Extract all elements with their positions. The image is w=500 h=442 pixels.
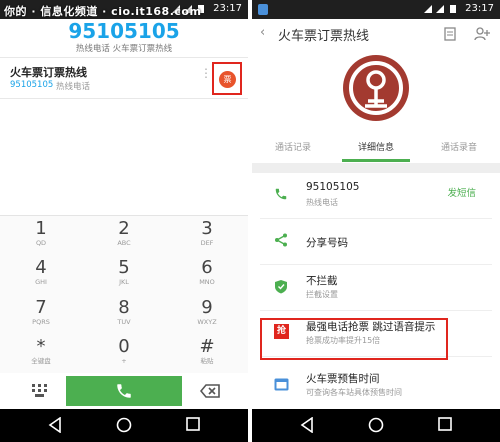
key-5[interactable]: 5 JKL [83, 255, 165, 294]
dialed-number-label: 热线电话 火车票订票热线 [75, 44, 173, 54]
key-letters: 全键盘 [31, 357, 51, 365]
key-6[interactable]: 6 MNO [166, 255, 248, 294]
detail-tabs: 通话记录 详细信息 通话录音 [252, 139, 500, 163]
contact-detail-screen: 23:17 ‹ 火车票订票热线 通话记录 详细信息 通话录音 95105105 … [252, 0, 500, 442]
recents-nav-icon[interactable] [186, 417, 200, 431]
key-letters: DEF [200, 239, 214, 247]
block-setting-row[interactable]: 不拦截 拦截设置 [260, 265, 492, 311]
key-letters: 粘贴 [200, 357, 214, 365]
highlight-box: 票 [212, 62, 242, 95]
status-time: 23:17 [213, 3, 242, 14]
key-digit: 3 [201, 218, 213, 239]
tab-recordings[interactable]: 通话录音 [418, 139, 500, 163]
phone-type: 热线电话 [306, 198, 338, 207]
phone-number: 95105105 [306, 181, 360, 193]
key-digit: # [199, 336, 215, 357]
send-sms-button[interactable]: 发短信 [447, 185, 476, 199]
suggestion-name: 火车票订票热线 [10, 66, 87, 79]
key-4[interactable]: 4 GHI [0, 255, 82, 294]
key-letters: MNO [199, 278, 215, 286]
share-number-row[interactable]: 分享号码 [260, 219, 492, 265]
key-digit: 8 [118, 297, 130, 318]
key-letters: WXYZ [197, 318, 217, 326]
backspace-icon[interactable] [199, 383, 220, 402]
dialpad-toggle-icon[interactable] [32, 383, 48, 402]
dialpad: 1 QD 2 ABC 3 DEF 4 GHI 5 JKL 6 MNO 7 PQRS 8 TUV … [0, 215, 248, 373]
contact-header: ‹ 火车票订票热线 [252, 19, 500, 139]
ticket-badge-icon[interactable]: 票 [219, 71, 236, 88]
block-status: 不拦截 [306, 275, 338, 287]
contact-suggestion[interactable]: 火车票订票热线 95105105 热线电话 ⋮ 票 [0, 57, 248, 99]
active-tab-indicator [342, 159, 410, 162]
suggestion-number: 95105105 [10, 80, 54, 90]
phone-icon [275, 188, 287, 200]
back-nav-icon[interactable] [300, 417, 314, 433]
key-digit: 4 [35, 257, 47, 278]
railway-logo-icon [343, 55, 409, 121]
dialer-screen: 23:17 你的 · 信息化频道 · cio.it168.com 9510510… [0, 0, 248, 442]
watermark-text: 你的 · 信息化频道 · cio.it168.com [4, 5, 202, 18]
key-star[interactable]: * 全键盘 [0, 334, 82, 373]
key-digit: 6 [201, 257, 213, 278]
notification-icon [258, 4, 268, 15]
status-icons [424, 4, 458, 17]
key-digit: * [36, 336, 46, 357]
bookmark-icon[interactable] [444, 27, 456, 41]
key-8[interactable]: 8 TUV [83, 295, 165, 334]
key-0[interactable]: 0 + [83, 334, 165, 373]
dial-action-row [0, 373, 248, 409]
key-digit: 7 [35, 297, 47, 318]
key-digit: 2 [118, 218, 130, 239]
contact-title: 火车票订票热线 [278, 29, 370, 44]
presale-time-title: 火车票预售时间 [306, 373, 380, 385]
highlight-box-ticket-grab [260, 318, 448, 360]
key-digit: 5 [118, 257, 130, 278]
key-3[interactable]: 3 DEF [166, 216, 248, 255]
add-contact-icon[interactable] [474, 27, 490, 41]
status-time: 23:17 [465, 3, 494, 14]
phone-icon [117, 384, 131, 398]
key-letters: TUV [117, 318, 131, 326]
system-nav-bar [252, 409, 500, 442]
recents-nav-icon[interactable] [438, 417, 452, 431]
home-nav-icon[interactable] [368, 417, 384, 433]
key-1[interactable]: 1 QD [0, 216, 82, 255]
key-letters: + [121, 357, 127, 365]
section-spacer [252, 163, 500, 173]
presale-time-subtitle: 可查询各车站具体预售时间 [306, 388, 402, 397]
back-nav-icon[interactable] [48, 417, 62, 433]
suggestion-type: 热线电话 [56, 82, 91, 92]
share-number-label: 分享号码 [306, 237, 348, 249]
key-digit: 0 [118, 336, 130, 357]
detail-card: 95105105 热线电话 发短信 分享号码 不拦截 拦截设置 抢 最强电话抢票… [260, 173, 492, 409]
share-icon [275, 233, 287, 247]
key-letters: GHI [35, 278, 47, 286]
key-letters: JKL [119, 278, 129, 286]
home-nav-icon[interactable] [116, 417, 132, 433]
key-digit: 9 [201, 297, 213, 318]
back-arrow-icon[interactable]: ‹ [260, 25, 265, 40]
presale-time-row[interactable]: 火车票预售时间 可查询各车站具体预售时间 [260, 363, 492, 409]
calendar-icon [274, 378, 289, 391]
more-options-icon[interactable]: ⋮ [200, 66, 212, 80]
key-hash[interactable]: # 粘贴 [166, 334, 248, 373]
key-letters: QD [35, 239, 47, 247]
key-digit: 1 [35, 218, 47, 239]
status-bar: 23:17 [252, 0, 500, 19]
key-9[interactable]: 9 WXYZ [166, 295, 248, 334]
phone-number-row[interactable]: 95105105 热线电话 发短信 [260, 173, 492, 219]
shield-icon [275, 280, 287, 294]
key-letters: ABC [117, 239, 131, 247]
block-settings-label: 拦截设置 [306, 290, 338, 299]
key-2[interactable]: 2 ABC [83, 216, 165, 255]
key-7[interactable]: 7 PQRS [0, 295, 82, 334]
system-nav-bar [0, 409, 248, 442]
call-button[interactable] [66, 376, 182, 406]
tab-call-log[interactable]: 通话记录 [252, 139, 334, 163]
key-letters: PQRS [32, 318, 50, 326]
dialed-number: 95105105 [68, 19, 180, 43]
